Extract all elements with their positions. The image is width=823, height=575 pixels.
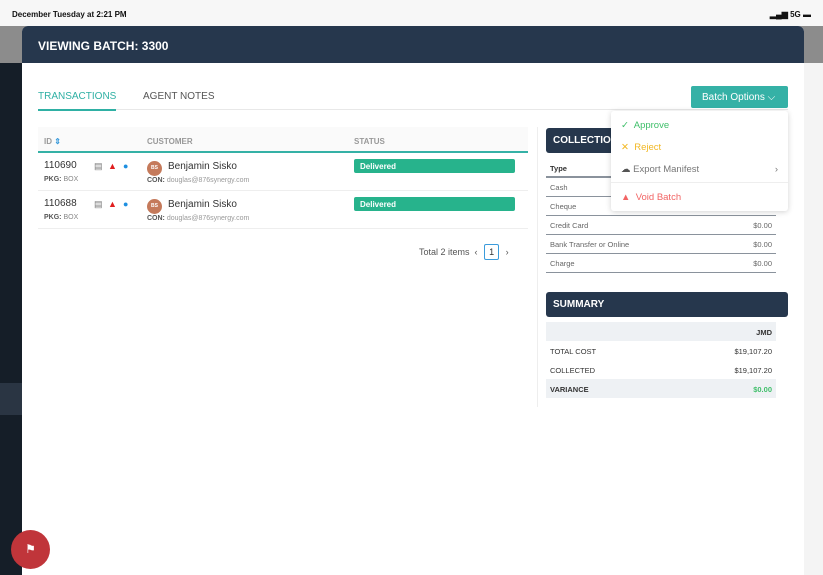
prev-page-icon[interactable]: ‹ [475, 247, 478, 257]
receipt-icon[interactable]: ▤ [94, 199, 103, 210]
check-icon: ✓ [621, 120, 629, 131]
modal-title: VIEWING BATCH: 3300 [22, 26, 804, 63]
tab-agent-notes[interactable]: AGENT NOTES [143, 91, 215, 102]
table-row[interactable]: 110688 PKG: BOX ▤ ▲ ● BS Benjamin Sisko … [38, 191, 528, 229]
divider [537, 127, 538, 407]
transactions-table: ID ⇕ CUSTOMER STATUS 110690 PKG: BOX ▤ ▲… [38, 127, 528, 229]
background-content [804, 63, 823, 575]
header-id[interactable]: ID ⇕ [44, 137, 61, 146]
background-sidebar [0, 63, 22, 575]
signal-indicator: ▂▄▆ 5G ▬ [769, 10, 811, 19]
x-icon: ✕ [621, 142, 629, 153]
row-id: 110690 [44, 160, 77, 171]
summary-table: JMD TOTAL COST $19,107.20 COLLECTED $19,10… [546, 322, 776, 398]
pagination: Total 2 items ‹ 1 › [419, 244, 509, 260]
collection-row: Bank Transfer or Online $0.00 [546, 235, 776, 254]
warning-icon[interactable]: ▲ [108, 199, 117, 209]
warning-icon[interactable]: ▲ [108, 161, 117, 171]
chevron-down-icon: ⌵ [767, 92, 776, 103]
flag-button[interactable]: ⚑ [11, 530, 50, 569]
sort-icon: ⇕ [54, 137, 61, 146]
batch-options-button[interactable]: Batch Options ⌵ [691, 86, 788, 108]
chevron-right-icon: › [774, 164, 778, 175]
avatar: BS [147, 161, 162, 176]
batch-options-menu: ✓ Approve ✕ Reject ☁ Export Manifest › ▲ … [611, 111, 788, 211]
customer-name: Benjamin Sisko [168, 161, 237, 172]
flag-icon: ⚑ [25, 542, 36, 556]
menu-item-approve[interactable]: ✓ Approve [621, 120, 669, 131]
cloud-download-icon: ☁ [621, 164, 631, 175]
warning-icon: ▲ [621, 192, 631, 203]
customer-name: Benjamin Sisko [168, 199, 237, 210]
tab-transactions[interactable]: TRANSACTIONS [38, 91, 117, 111]
menu-item-export-manifest[interactable]: ☁ Export Manifest › [621, 164, 778, 175]
tab-bar: TRANSACTIONS AGENT NOTES [38, 90, 788, 111]
page-1-button[interactable]: 1 [484, 244, 500, 260]
next-page-icon[interactable]: › [506, 247, 509, 257]
summary-row: TOTAL COST $19,107.20 [550, 347, 772, 356]
header-status: STATUS [354, 137, 385, 146]
avatar: BS [147, 199, 162, 214]
collection-row: Charge $0.00 [546, 254, 776, 273]
status-bar: December Tuesday at 2:21 PM ▂▄▆ 5G ▬ [0, 0, 823, 26]
total-items: Total 2 items [419, 247, 470, 257]
summary-header: SUMMARY [546, 292, 788, 317]
comment-icon[interactable]: ● [123, 161, 128, 171]
status-time: December Tuesday at 2:21 PM [12, 10, 127, 19]
menu-item-void-batch[interactable]: ▲ Void Batch [621, 192, 681, 203]
collection-row: Credit Card $0.00 [546, 216, 776, 235]
table-header: ID ⇕ CUSTOMER STATUS [38, 127, 528, 153]
receipt-icon[interactable]: ▤ [94, 161, 103, 172]
header-customer: CUSTOMER [147, 137, 193, 146]
status-badge: Delivered [354, 159, 515, 173]
status-badge: Delivered [354, 197, 515, 211]
summary-row: COLLECTED $19,107.20 [550, 366, 772, 375]
batch-modal: VIEWING BATCH: 3300 TRANSACTIONS AGENT N… [22, 26, 804, 575]
comment-icon[interactable]: ● [123, 199, 128, 209]
summary-row: VARIANCE $0.00 [546, 379, 776, 398]
row-id: 110688 [44, 198, 77, 209]
menu-item-reject[interactable]: ✕ Reject [621, 142, 661, 153]
table-row[interactable]: 110690 PKG: BOX ▤ ▲ ● BS Benjamin Sisko … [38, 153, 528, 191]
